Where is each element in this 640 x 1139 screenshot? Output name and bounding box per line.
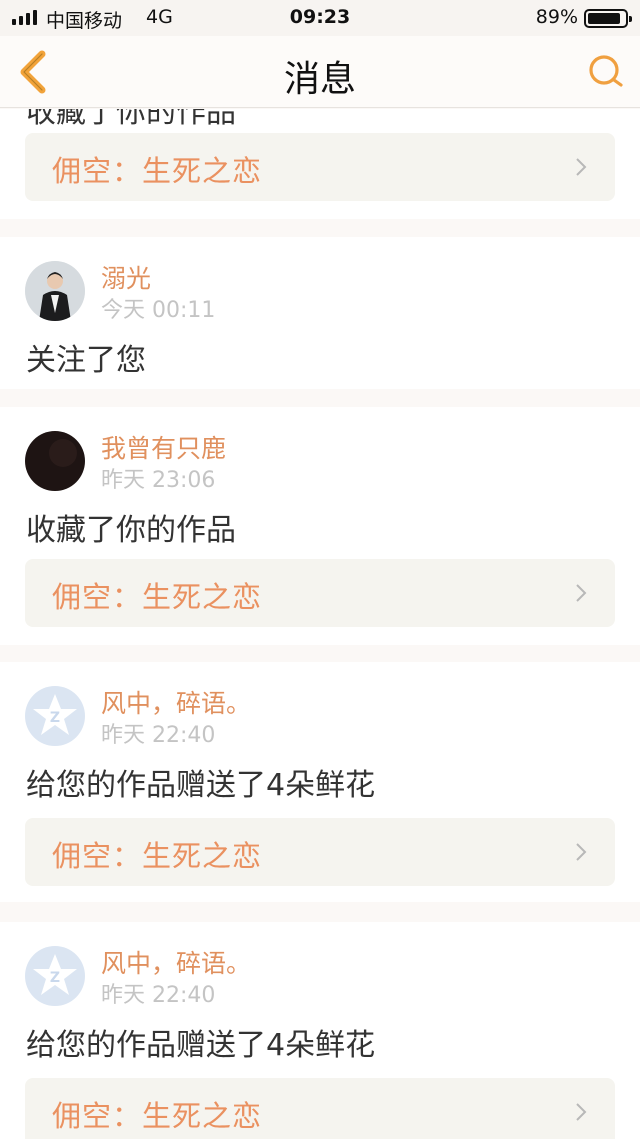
message-time: 昨天 22:40	[101, 983, 216, 1008]
message-action: 给您的作品赠送了4朵鲜花	[26, 768, 376, 803]
message-time: 昨天 22:40	[101, 723, 216, 748]
user-avatar[interactable]: Z	[25, 686, 85, 746]
user-avatar[interactable]: Z	[25, 946, 85, 1006]
user-avatar[interactable]	[25, 431, 85, 491]
work-title: 佣空：生死之恋	[52, 580, 263, 614]
user-name[interactable]: 风中，碎语。	[101, 684, 251, 720]
message-action: 给您的作品赠送了4朵鲜花	[26, 1028, 376, 1063]
search-icon	[589, 55, 623, 87]
message-card: Z 风中，碎语。 昨天 22:40 给您的作品赠送了4朵鲜花 佣空：生死之恋	[0, 662, 640, 902]
message-card: 我曾有只鹿 昨天 23:06 收藏了你的作品 佣空：生死之恋	[0, 407, 640, 645]
page-title: 消息	[283, 59, 356, 100]
message-action: 收藏了你的作品	[26, 109, 236, 130]
chevron-right-icon	[576, 1103, 587, 1121]
user-name[interactable]: 我曾有只鹿	[101, 429, 226, 465]
message-card: 溺光 今天 00:11 关注了您	[0, 237, 640, 389]
svg-text:Z: Z	[50, 710, 60, 726]
message-card: 收藏了你的作品 佣空：生死之恋	[0, 109, 640, 219]
work-link[interactable]: 佣空：生死之恋	[25, 559, 615, 627]
svg-text:Z: Z	[50, 970, 60, 986]
person-photo-avatar	[25, 261, 85, 321]
battery-percent: 89%	[535, 6, 578, 28]
chevron-right-icon	[576, 843, 587, 861]
work-link[interactable]: 佣空：生死之恋	[25, 1078, 615, 1139]
nav-bar: 消息	[0, 36, 640, 108]
message-action: 收藏了你的作品	[26, 513, 236, 548]
default-star-avatar: Z	[25, 946, 85, 1006]
work-title: 佣空：生死之恋	[52, 839, 263, 873]
message-time: 今天 00:11	[101, 298, 216, 323]
message-card: Z 风中，碎语。 昨天 22:40 给您的作品赠送了4朵鲜花 佣空：生死之恋	[0, 922, 640, 1139]
work-link[interactable]: 佣空：生死之恋	[25, 818, 615, 886]
message-action: 关注了您	[26, 343, 146, 378]
dark-photo-avatar	[25, 431, 85, 491]
user-name[interactable]: 溺光	[101, 259, 151, 295]
user-avatar[interactable]	[25, 261, 85, 321]
work-title: 佣空：生死之恋	[52, 1099, 263, 1133]
battery-icon	[584, 9, 632, 28]
default-star-avatar: Z	[25, 686, 85, 746]
message-list[interactable]: 收藏了你的作品 佣空：生死之恋 溺光 今天 00:11 关注了您 我曾有只鹿 昨…	[0, 109, 640, 1139]
chevron-right-icon	[576, 158, 587, 176]
user-name[interactable]: 风中，碎语。	[101, 944, 251, 980]
work-link[interactable]: 佣空：生死之恋	[25, 133, 615, 201]
status-bar: 中国移动 4G 09:23 89%	[0, 0, 640, 36]
chevron-right-icon	[576, 584, 587, 602]
work-title: 佣空：生死之恋	[52, 154, 263, 188]
search-button[interactable]	[586, 52, 626, 92]
message-time: 昨天 23:06	[101, 468, 216, 493]
